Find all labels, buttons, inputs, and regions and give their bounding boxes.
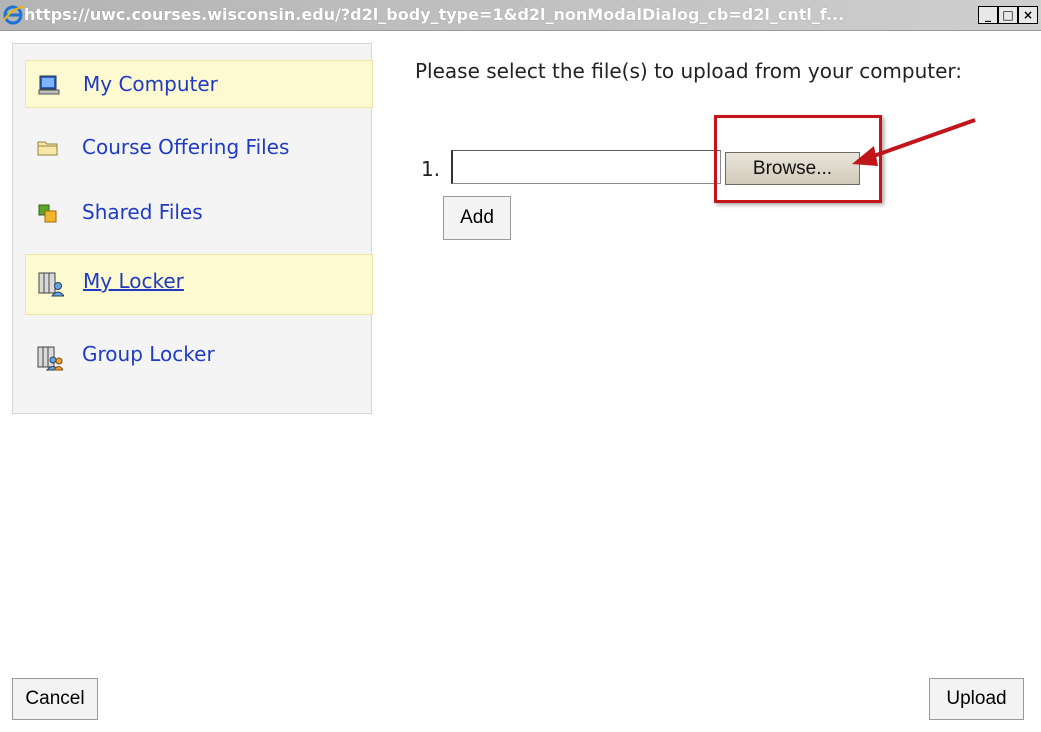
- computer-icon: [38, 75, 60, 95]
- sidebar-item-shared-files[interactable]: Shared Files: [25, 189, 373, 237]
- upload-instructions: Please select the file(s) to upload from…: [415, 59, 963, 83]
- annotation-arrow-icon: [852, 118, 976, 166]
- sidebar-item-label: My Computer: [83, 72, 218, 96]
- cancel-button[interactable]: Cancel: [12, 678, 98, 720]
- window-title: https://uwc.courses.wisconsin.edu/?d2l_b…: [24, 5, 845, 24]
- maximize-button[interactable]: □: [998, 6, 1018, 24]
- sidebar-item-label: Shared Files: [82, 200, 203, 224]
- sidebar-item-my-computer[interactable]: My Computer: [25, 60, 373, 108]
- file-source-sidebar: My Computer Course Offering Files Shared…: [12, 43, 373, 414]
- internet-explorer-icon: [3, 5, 24, 25]
- shared-files-icon: [38, 204, 57, 223]
- folder-icon: [37, 141, 58, 156]
- sidebar-item-label: Group Locker: [82, 342, 215, 366]
- sidebar-item-label: My Locker: [83, 269, 184, 293]
- sidebar-item-group-locker[interactable]: Group Locker: [25, 331, 373, 379]
- file-path-input[interactable]: [451, 150, 721, 184]
- upload-button[interactable]: Upload: [929, 678, 1024, 720]
- group-locker-icon: [37, 346, 63, 371]
- add-file-button[interactable]: Add: [443, 196, 511, 240]
- sidebar-item-course-offering-files[interactable]: Course Offering Files: [25, 124, 373, 172]
- window-title-bar[interactable]: https://uwc.courses.wisconsin.edu/?d2l_b…: [0, 0, 1041, 31]
- locker-icon: [38, 272, 64, 297]
- file-row-number: 1.: [421, 157, 441, 181]
- minimize-button[interactable]: _: [978, 6, 998, 24]
- sidebar-item-my-locker[interactable]: My Locker: [25, 254, 373, 315]
- sidebar-item-label: Course Offering Files: [82, 135, 290, 159]
- close-button[interactable]: ×: [1018, 6, 1038, 24]
